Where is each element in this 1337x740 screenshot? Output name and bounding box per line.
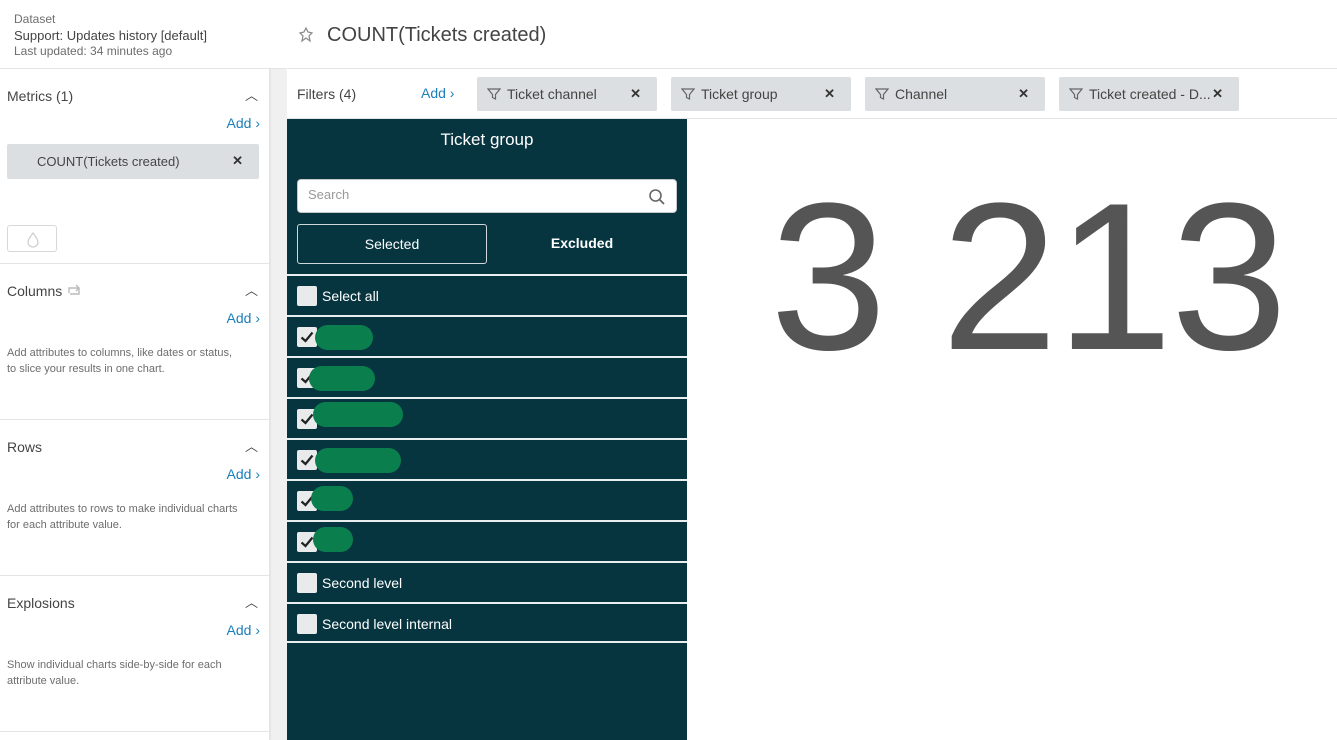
list-item[interactable] <box>287 356 687 397</box>
dataset-label: Dataset <box>14 12 56 26</box>
remove-filter-icon[interactable]: ✕ <box>1212 86 1223 102</box>
filter-chip-label: Channel <box>895 86 948 102</box>
metrics-title: Metrics (1) <box>7 88 74 104</box>
list-item-label: Select all <box>322 288 379 304</box>
filter-chip-ticket-created[interactable]: Ticket created - D... ✕ <box>1059 77 1239 111</box>
list-item-select-all[interactable]: Select all <box>287 274 687 315</box>
collapse-caret-icon[interactable]: ︿ <box>245 592 258 611</box>
checkmark-icon <box>300 454 314 466</box>
checkbox[interactable] <box>297 327 317 347</box>
droplet-icon <box>27 231 39 248</box>
checkbox[interactable] <box>297 450 317 470</box>
add-column-link[interactable]: Add › <box>227 310 260 326</box>
remove-filter-icon[interactable]: ✕ <box>630 86 641 102</box>
filter-chip-channel[interactable]: Channel ✕ <box>865 77 1045 111</box>
rows-title: Rows <box>7 439 43 455</box>
search-input[interactable] <box>308 187 638 202</box>
filter-chip-label: Ticket group <box>701 86 778 102</box>
checkmark-icon <box>300 331 314 343</box>
list-item[interactable] <box>287 479 687 520</box>
rows-section: Rows ︿ Add › Add attributes to rows to m… <box>0 420 270 576</box>
metrics-section: Metrics (1) ︿ Add › COUNT(Tickets create… <box>0 69 270 264</box>
sidebar-scrollbar[interactable] <box>270 69 287 740</box>
filter-chip-ticket-channel[interactable]: Ticket channel ✕ <box>477 77 657 111</box>
filter-chip-ticket-group[interactable]: Ticket group ✕ <box>671 77 851 111</box>
metric-pill-label: COUNT(Tickets created) <box>37 154 180 169</box>
list-item[interactable] <box>287 315 687 356</box>
collapse-caret-icon[interactable]: ︿ <box>245 436 258 455</box>
checkbox[interactable] <box>297 573 317 593</box>
filter-icon <box>875 88 889 100</box>
color-drop-button[interactable] <box>7 225 57 252</box>
add-filter-link[interactable]: Add › <box>421 85 454 101</box>
remove-metric-icon[interactable]: ✕ <box>232 153 243 169</box>
redaction-mark <box>311 486 353 511</box>
explosions-title: Explosions <box>7 595 75 611</box>
redaction-mark <box>313 402 403 427</box>
tab-selected[interactable]: Selected <box>297 224 487 264</box>
redaction-mark <box>309 366 375 391</box>
checkbox[interactable] <box>297 286 317 306</box>
metric-pill[interactable]: COUNT(Tickets created) ✕ <box>7 144 259 179</box>
checkbox[interactable] <box>297 614 317 634</box>
filters-label: Filters (4) <box>297 86 357 102</box>
columns-section: Columns ︿ Add › Add attributes to column… <box>0 264 270 420</box>
dataset-info: Dataset Support: Updates history [defaul… <box>0 0 286 69</box>
chart-title[interactable]: COUNT(Tickets created) <box>327 24 546 47</box>
list-item[interactable] <box>287 397 687 438</box>
tab-excluded[interactable]: Excluded <box>487 224 677 264</box>
kpi-value: 3 213 <box>770 159 1288 394</box>
list-item-label: Second level <box>322 575 403 591</box>
redaction-mark <box>313 527 353 552</box>
list-item-label: Second level internal <box>322 616 452 632</box>
filter-chip-label: Ticket channel <box>507 86 597 102</box>
sidebar: Metrics (1) ︿ Add › COUNT(Tickets create… <box>0 0 270 740</box>
collapse-caret-icon[interactable]: ︿ <box>245 85 258 104</box>
search-icon[interactable] <box>648 188 666 206</box>
redaction-mark <box>315 448 401 473</box>
columns-title: Columns <box>7 283 63 299</box>
ticket-group-filter-panel: Ticket group Selected Excluded Select al… <box>287 119 687 740</box>
rows-description: Add attributes to rows to make individua… <box>7 503 238 531</box>
dataset-name[interactable]: Support: Updates history [default] <box>14 28 272 43</box>
collapse-caret-icon[interactable]: ︿ <box>245 280 258 299</box>
panel-title: Ticket group <box>440 130 534 149</box>
explosions-description: Show individual charts side-by-side for … <box>7 659 222 687</box>
list-item[interactable] <box>287 438 687 479</box>
swap-icon[interactable] <box>66 283 82 297</box>
redaction-mark <box>315 325 373 350</box>
add-row-link[interactable]: Add › <box>227 466 260 482</box>
columns-description: Add attributes to columns, like dates or… <box>7 347 233 375</box>
search-box[interactable] <box>297 179 677 213</box>
add-metric-link[interactable]: Add › <box>227 115 260 131</box>
list-item-second-level[interactable]: Second level <box>287 561 687 602</box>
filter-icon <box>681 88 695 100</box>
explosions-section: Explosions ︿ Add › Show individual chart… <box>0 576 270 732</box>
remove-filter-icon[interactable]: ✕ <box>1018 86 1029 102</box>
pin-icon[interactable] <box>297 26 315 44</box>
filters-bar: Filters (4) Add › Ticket channel ✕ Ticke… <box>287 69 1337 119</box>
list-item[interactable] <box>287 520 687 561</box>
filter-icon <box>1069 88 1083 100</box>
list-item-second-level-internal[interactable]: Second level internal <box>287 602 687 643</box>
dataset-updated: Last updated: 34 minutes ago <box>14 44 173 58</box>
chart-header: COUNT(Tickets created) <box>287 0 1337 69</box>
filter-icon <box>487 88 501 100</box>
remove-filter-icon[interactable]: ✕ <box>824 86 835 102</box>
filter-chip-label: Ticket created - D... <box>1089 86 1211 102</box>
add-explosion-link[interactable]: Add › <box>227 622 260 638</box>
